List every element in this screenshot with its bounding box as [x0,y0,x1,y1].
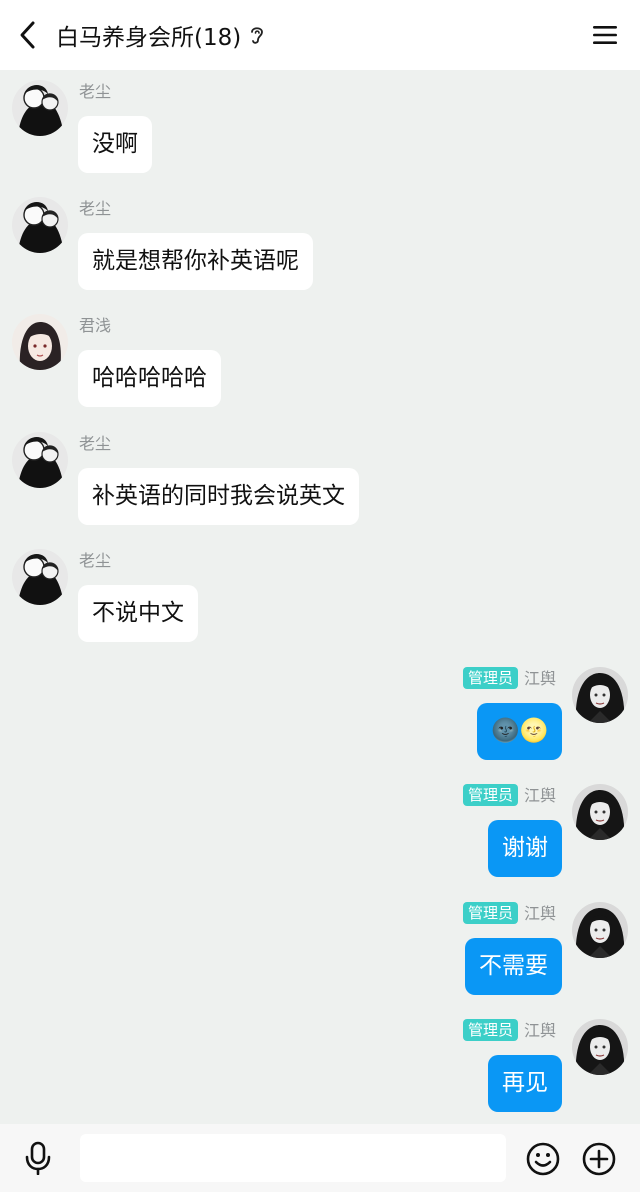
dark-hair-girl-avatar[interactable] [572,1019,628,1075]
message-bubble[interactable]: 补英语的同时我会说英文 [78,468,359,525]
message-bubble[interactable]: 🌚🌝 [477,703,563,760]
chevron-left-icon [20,21,35,49]
group-title[interactable]: 白马养身会所(18) [56,0,267,70]
sender-name: 老尘 [79,199,112,218]
back-button[interactable] [12,18,44,52]
message-bubble[interactable]: 哈哈哈哈哈 [78,350,221,407]
message-input[interactable] [80,1134,506,1182]
plus-circle-icon [582,1142,616,1176]
admin-badge: 管理员 [463,784,519,806]
message-bubble[interactable]: 再见 [488,1055,562,1112]
input-bar [0,1124,640,1192]
sender-name: 老尘 [79,551,112,570]
message-list[interactable]: 老尘 没啊 老尘 就是想帮你补英语呢 君浅 哈哈哈哈哈 老尘 补英语的同时我会说… [0,70,640,1124]
more-button[interactable] [580,1140,618,1178]
admin-badge: 管理员 [463,667,519,689]
manga-couple-avatar[interactable] [12,197,68,253]
sender-name: 江舆 [524,1021,557,1040]
sender-name: 老尘 [79,434,112,453]
message-bubble[interactable]: 不说中文 [78,585,198,642]
chat-header: 白马养身会所(18) [0,0,640,70]
message-bubble[interactable]: 不需要 [465,938,562,995]
anime-boy-avatar[interactable] [12,314,68,370]
sender-name: 江舆 [524,904,557,923]
manga-couple-avatar[interactable] [12,80,68,136]
sender-name: 君浅 [79,316,112,335]
sender-name: 江舆 [524,669,557,688]
dark-hair-girl-avatar[interactable] [572,902,628,958]
menu-button[interactable] [590,20,620,50]
manga-couple-avatar[interactable] [12,432,68,488]
manga-couple-avatar[interactable] [12,549,68,605]
sender-name: 老尘 [79,82,112,101]
smiley-face-icon [526,1142,560,1176]
message-bubble[interactable]: 没啊 [78,116,152,173]
group-title-text: 白马养身会所(18) [56,25,242,51]
sender-name: 江舆 [524,786,557,805]
microphone-icon [25,1141,51,1175]
emoji-button[interactable] [524,1140,562,1178]
admin-badge: 管理员 [463,902,519,924]
dark-hair-girl-avatar[interactable] [572,667,628,723]
ear-icon [249,23,267,47]
voice-button[interactable] [20,1140,56,1176]
message-bubble[interactable]: 谢谢 [488,820,562,877]
dark-hair-girl-avatar[interactable] [572,784,628,840]
message-bubble[interactable]: 就是想帮你补英语呢 [78,233,313,290]
admin-badge: 管理员 [463,1019,519,1041]
hamburger-menu-icon [593,26,617,44]
